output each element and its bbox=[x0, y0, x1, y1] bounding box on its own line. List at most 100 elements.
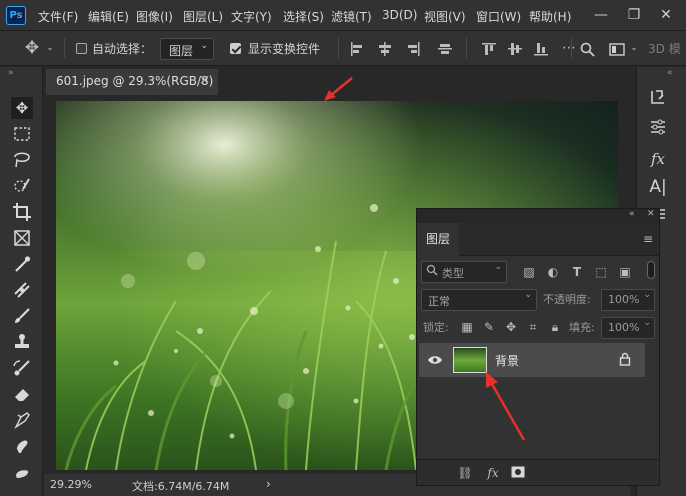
frame-tool[interactable] bbox=[11, 227, 33, 249]
align-left-icon[interactable] bbox=[350, 42, 364, 56]
align-right-icon[interactable] bbox=[406, 42, 420, 56]
quick-select-tool[interactable] bbox=[11, 175, 33, 197]
menu-type[interactable]: 文字(Y) bbox=[231, 8, 272, 25]
opacity-label: 不透明度: bbox=[543, 293, 591, 306]
more-options-icon[interactable]: ⋯ bbox=[562, 38, 576, 58]
status-more-icon[interactable]: › bbox=[266, 477, 271, 491]
brush-tool[interactable] bbox=[11, 305, 33, 327]
lock-label: 锁定: bbox=[423, 321, 449, 334]
fill-input[interactable]: 100% ⌄ bbox=[601, 317, 655, 339]
chevron-down-icon[interactable]: ⌄ bbox=[630, 38, 638, 58]
3d-mode-label: 3D 模 bbox=[648, 42, 681, 56]
collapse-icon[interactable]: « bbox=[629, 209, 635, 219]
styles-panel-button[interactable]: fx bbox=[645, 147, 671, 171]
menu-layer[interactable]: 图层(L) bbox=[183, 8, 223, 25]
show-transform-checkbox[interactable] bbox=[230, 43, 241, 54]
lock-transparent-icon[interactable]: ▦ bbox=[459, 319, 475, 335]
lock-position-icon[interactable]: ✥ bbox=[503, 319, 519, 335]
lasso-tool[interactable] bbox=[11, 149, 33, 171]
opacity-input[interactable]: 100% ⌄ bbox=[601, 289, 655, 311]
adjustments-panel-button[interactable] bbox=[645, 117, 671, 141]
healing-tool[interactable] bbox=[11, 279, 33, 301]
close-tab-icon[interactable]: × bbox=[199, 73, 210, 88]
panel-tabs: 图层 ≡ bbox=[417, 223, 659, 256]
history-brush-icon bbox=[13, 360, 30, 376]
menu-3d[interactable]: 3D(D) bbox=[382, 8, 417, 22]
panel-menu-icon[interactable]: ≡ bbox=[643, 232, 653, 246]
character-panel-button[interactable]: A| bbox=[645, 175, 671, 199]
stamp-tool[interactable] bbox=[11, 331, 33, 353]
menu-filter[interactable]: 滤镜(T) bbox=[331, 8, 372, 25]
menu-window[interactable]: 窗口(W) bbox=[476, 8, 521, 25]
link-icon[interactable]: ⛓︎ bbox=[457, 465, 473, 481]
menu-help[interactable]: 帮助(H) bbox=[529, 8, 571, 25]
collapse-icon[interactable]: » bbox=[8, 68, 14, 78]
chevron-down-icon[interactable]: ⌄ bbox=[44, 38, 56, 58]
crop-icon bbox=[13, 203, 31, 221]
collapse-icon[interactable]: « bbox=[667, 68, 673, 78]
chevron-down-icon: ⌄ bbox=[200, 41, 208, 51]
marquee-tool[interactable] bbox=[11, 123, 33, 145]
auto-select-checkbox[interactable] bbox=[76, 43, 87, 54]
lock-image-icon[interactable]: ✎ bbox=[481, 319, 497, 335]
layer-filter-dropdown[interactable]: 类型 ⌄ bbox=[421, 261, 507, 283]
menu-select[interactable]: 选择(S) bbox=[283, 8, 324, 25]
adjustment-filter-icon[interactable]: ◐ bbox=[545, 264, 561, 280]
menu-view[interactable]: 视图(V) bbox=[424, 8, 466, 25]
menu-image[interactable]: 图像(I) bbox=[136, 8, 173, 25]
history-brush-tool[interactable] bbox=[11, 357, 33, 379]
blur-tool[interactable] bbox=[11, 435, 33, 457]
gradient-tool[interactable] bbox=[11, 409, 33, 431]
panel-header[interactable]: « ✕ bbox=[417, 209, 659, 223]
filter-toggle[interactable] bbox=[647, 261, 655, 279]
align-hcenter-icon[interactable] bbox=[378, 42, 392, 56]
zoom-level[interactable]: 29.29% bbox=[50, 478, 92, 491]
type-icon: A| bbox=[649, 177, 667, 197]
move-tool[interactable]: ✥ bbox=[11, 97, 33, 119]
align-top-icon[interactable] bbox=[482, 42, 496, 56]
chevron-down-icon: ⌄ bbox=[643, 318, 651, 328]
eye-icon[interactable] bbox=[427, 354, 443, 366]
gradient-icon bbox=[14, 412, 30, 430]
eyedropper-tool[interactable] bbox=[11, 253, 33, 275]
menu-file[interactable]: 文件(F) bbox=[38, 8, 78, 25]
lasso-icon bbox=[14, 152, 30, 168]
align-vcenter-icon[interactable] bbox=[438, 42, 452, 56]
mask-icon[interactable] bbox=[511, 466, 525, 478]
tab-layers[interactable]: 图层 bbox=[417, 223, 459, 256]
shape-filter-icon[interactable]: ⬚ bbox=[593, 264, 609, 280]
close-window-button[interactable]: ✕ bbox=[657, 6, 675, 24]
workspace-icon[interactable] bbox=[609, 43, 625, 56]
type-filter-icon[interactable]: T bbox=[569, 264, 585, 280]
auto-select-target-dropdown[interactable]: 图层 ⌄ bbox=[160, 38, 214, 60]
pixel-filter-icon[interactable]: ▨ bbox=[521, 264, 537, 280]
sliders-icon bbox=[651, 119, 665, 135]
fx-icon[interactable]: fx bbox=[485, 465, 501, 481]
smart-object-filter-icon[interactable]: ▣ bbox=[617, 264, 633, 280]
healing-icon bbox=[14, 282, 30, 298]
eraser-icon bbox=[15, 389, 29, 401]
smudge-icon bbox=[16, 470, 29, 478]
menu-edit[interactable]: 编辑(E) bbox=[88, 8, 129, 25]
lock-all-icon[interactable]: 🔒︎ bbox=[547, 319, 563, 335]
search-icon[interactable] bbox=[580, 42, 595, 57]
align-middle-icon[interactable] bbox=[508, 42, 522, 56]
brush-icon bbox=[15, 308, 30, 323]
lock-artboard-icon[interactable]: ⌗ bbox=[525, 319, 541, 335]
align-bottom-icon[interactable] bbox=[534, 42, 548, 56]
eraser-tool[interactable] bbox=[11, 383, 33, 405]
auto-select-label: 自动选择： bbox=[92, 42, 153, 56]
crop-tool[interactable] bbox=[11, 201, 33, 223]
layer-name: 背景 bbox=[495, 354, 520, 368]
minimize-button[interactable]: — bbox=[592, 6, 610, 24]
layer-row-background[interactable]: 背景 bbox=[419, 343, 645, 377]
blend-mode-dropdown[interactable]: 正常 ⌄ bbox=[421, 289, 537, 311]
ps-logo: Ps bbox=[6, 6, 26, 25]
smudge-tool[interactable] bbox=[11, 461, 33, 483]
fx-icon: fx bbox=[650, 150, 665, 168]
history-panel-button[interactable] bbox=[645, 87, 671, 111]
move-icon[interactable]: ✥ bbox=[22, 38, 42, 58]
close-panel-icon[interactable]: ✕ bbox=[647, 209, 655, 219]
document-tab[interactable]: 601.jpeg @ 29.3%(RGB/8) × bbox=[46, 69, 218, 95]
restore-button[interactable]: ❐ bbox=[625, 6, 643, 24]
